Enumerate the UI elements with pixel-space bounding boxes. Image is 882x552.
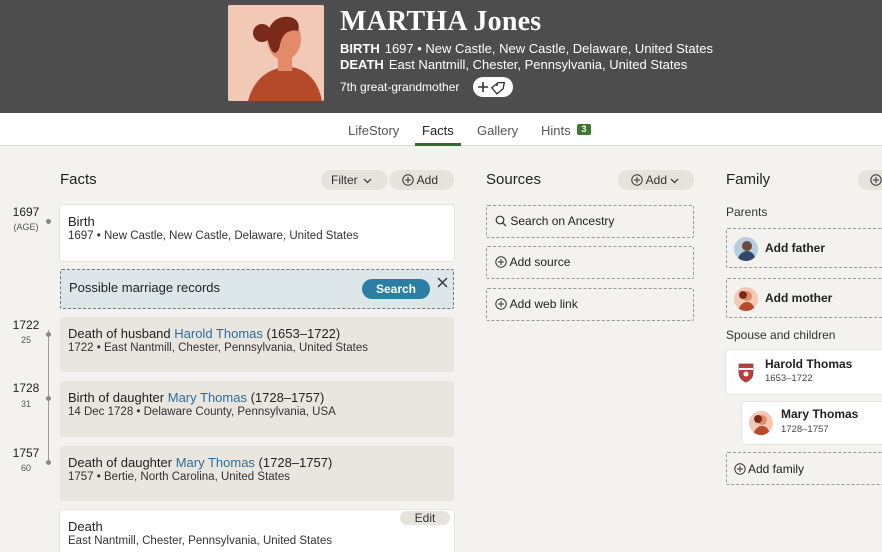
spouse-card[interactable]: Harold Thomas 1653–1722: [726, 350, 882, 394]
timeline-dot: [46, 332, 51, 337]
female-avatar-icon: [734, 287, 758, 311]
add-family-button[interactable]: Add family: [726, 452, 882, 485]
event-year: 1722: [12, 318, 40, 332]
add-family-menu-button[interactable]: [858, 170, 882, 190]
spouse-children-label: Spouse and children: [726, 328, 836, 342]
add-mother-label: Add mother: [765, 291, 833, 305]
birth-fact-card[interactable]: Birth 1697 • New Castle, New Castle, Del…: [60, 205, 454, 261]
birth-age: (AGE): [13, 222, 39, 232]
relationship-label: 7th great-grandmother: [340, 80, 460, 94]
event-title: Death of daughter Mary Thomas (1728–1757…: [68, 455, 333, 470]
event-card[interactable]: Death of husband Harold Thomas (1653–172…: [60, 317, 454, 372]
add-source-menu-label: Add: [645, 173, 668, 187]
suggestion-text: Possible marriage records: [69, 280, 221, 295]
add-fact-label: Add: [416, 173, 439, 187]
hints-count-badge: 3: [577, 124, 591, 135]
spouse-dates: 1653–1722: [765, 373, 813, 384]
spouse-name: Harold Thomas: [765, 357, 853, 371]
event-card[interactable]: Birth of daughter Mary Thomas (1728–1757…: [60, 381, 454, 437]
birth-year: 1697: [12, 205, 40, 219]
death-fact-title: Death: [68, 519, 103, 534]
timeline-dot: [46, 396, 51, 401]
male-avatar-icon: [734, 237, 758, 261]
death-line: DEATH East Nantmill, Chester, Pennsylvani…: [340, 57, 687, 72]
tab-hints[interactable]: Hints: [541, 123, 571, 138]
plus-circle-icon: [495, 256, 507, 268]
event-title: Death of husband Harold Thomas (1653–172…: [68, 326, 341, 341]
plus-circle-icon: [631, 174, 643, 186]
filter-button[interactable]: Filter: [321, 170, 388, 190]
search-ancestry-label: Search on Ancestry: [510, 214, 615, 228]
profile-portrait[interactable]: [228, 5, 324, 101]
add-source-menu-button[interactable]: Add: [618, 170, 694, 190]
chevron-down-icon: [363, 178, 372, 184]
add-father-button[interactable]: Add father: [726, 228, 882, 268]
plus-circle-icon: [402, 174, 414, 186]
person-link[interactable]: Harold Thomas: [174, 326, 263, 341]
plus-circle-icon: [495, 298, 507, 310]
sources-title: Sources: [486, 171, 542, 188]
child-dates: 1728–1757: [781, 424, 829, 435]
birth-line: BIRTH 1697 • New Castle, New Castle, Dela…: [340, 41, 713, 56]
add-mother-button[interactable]: Add mother: [726, 278, 882, 318]
event-detail: 1757 • Bertie, North Carolina, United St…: [68, 471, 291, 483]
person-name: MARTHA Jones: [340, 6, 542, 37]
profile-header: MARTHA Jones BIRTH 1697 • New Castle, New…: [0, 0, 882, 113]
event-year: 1757: [12, 446, 40, 460]
tab-gallery[interactable]: Gallery: [477, 123, 518, 138]
person-link[interactable]: Mary Thomas: [168, 390, 247, 405]
add-source-button[interactable]: Add source: [486, 246, 694, 279]
search-records-button[interactable]: Search: [362, 279, 430, 299]
death-fact-card[interactable]: Death East Nantmill, Chester, Pennsylvan…: [60, 510, 454, 552]
birth-label: BIRTH: [340, 41, 380, 56]
woman-portrait-icon: [228, 5, 324, 101]
timeline-dot: [46, 219, 51, 224]
event-detail: 1722 • East Nantmill, Chester, Pennsylva…: [68, 342, 368, 354]
person-link[interactable]: Mary Thomas: [176, 455, 255, 470]
chevron-down-icon: [670, 178, 679, 184]
death-value: East Nantmill, Chester, Pennsylvania, Un…: [388, 57, 688, 72]
add-web-link-button[interactable]: Add web link: [486, 288, 694, 321]
event-title: Birth of daughter Mary Thomas (1728–1757…: [68, 390, 325, 405]
add-tag-icon: [478, 81, 506, 95]
filter-label: Filter: [331, 173, 358, 187]
child-name: Mary Thomas: [781, 407, 859, 421]
death-label: DEATH: [340, 57, 384, 72]
tab-facts[interactable]: Facts: [422, 123, 454, 138]
add-web-link-label: Add web link: [509, 297, 578, 311]
add-fact-button[interactable]: Add: [389, 170, 454, 190]
plus-circle-icon: [870, 174, 882, 186]
add-source-label: Add source: [509, 255, 571, 269]
add-tag-button[interactable]: [473, 77, 513, 97]
female-avatar-icon: [749, 411, 773, 435]
marriage-records-suggestion: Possible marriage records Search: [60, 269, 454, 309]
event-year: 1728: [12, 381, 40, 395]
add-father-label: Add father: [765, 241, 825, 255]
plus-circle-icon: [734, 463, 746, 475]
facts-title: Facts: [60, 171, 97, 188]
birth-value: 1697 • New Castle, New Castle, Delaware,…: [384, 41, 713, 56]
event-age: 25: [20, 335, 31, 345]
parents-label: Parents: [726, 205, 768, 219]
coat-of-arms-icon: [734, 360, 758, 384]
death-fact-detail: East Nantmill, Chester, Pennsylvania, Un…: [68, 535, 332, 547]
event-age: 31: [20, 399, 31, 409]
event-detail: 14 Dec 1728 • Delaware County, Pennsylva…: [68, 406, 336, 418]
birth-fact-detail: 1697 • New Castle, New Castle, Delaware,…: [68, 230, 359, 242]
tab-lifestory[interactable]: LifeStory: [348, 123, 399, 138]
edit-button[interactable]: Edit: [400, 511, 450, 525]
event-card[interactable]: Death of daughter Mary Thomas (1728–1757…: [60, 446, 454, 501]
active-tab-indicator: [415, 143, 461, 146]
family-title: Family: [726, 171, 771, 188]
birth-fact-title: Birth: [68, 214, 95, 229]
add-family-label: Add family: [748, 462, 805, 476]
close-icon[interactable]: [437, 277, 448, 288]
tab-bar: LifeStory Facts Gallery Hints: [0, 113, 882, 146]
search-icon: [495, 215, 507, 227]
search-ancestry-button[interactable]: Search on Ancestry: [486, 205, 694, 238]
event-age: 60: [20, 463, 31, 473]
child-card[interactable]: Mary Thomas 1728–1757: [742, 402, 882, 444]
timeline-dot: [46, 460, 51, 465]
